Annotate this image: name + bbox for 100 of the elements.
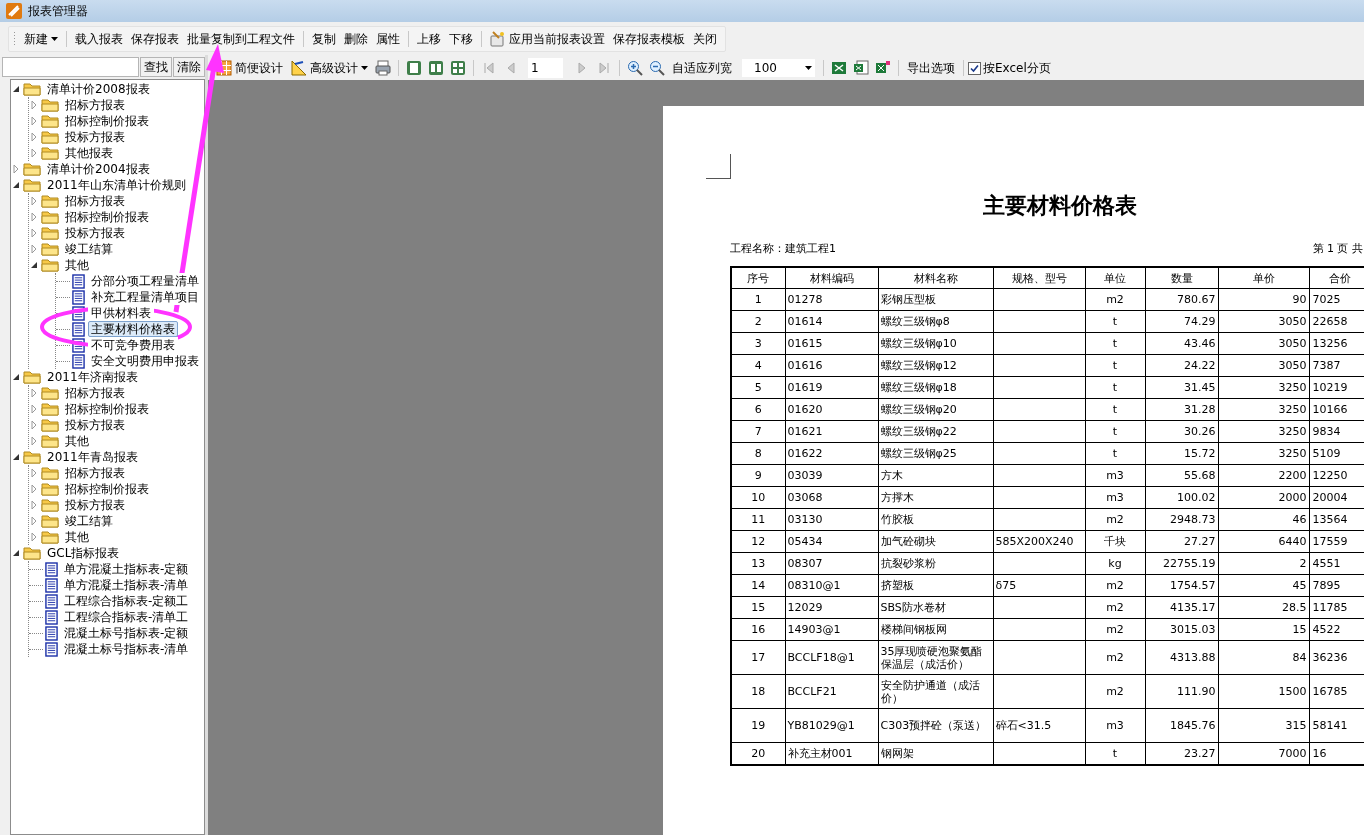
table-cell: 780.67 xyxy=(1145,288,1218,311)
tree-item[interactable]: 招标方报表 xyxy=(62,193,128,209)
expand-arrow-icon[interactable] xyxy=(29,388,39,398)
tree-item[interactable]: 招标方报表 xyxy=(62,465,128,481)
tree-item[interactable]: 招标方报表 xyxy=(62,385,128,401)
expand-arrow-icon[interactable] xyxy=(29,212,39,222)
expand-arrow-icon[interactable] xyxy=(29,500,39,510)
expand-arrow-icon[interactable] xyxy=(29,196,39,206)
zoom-in-icon[interactable] xyxy=(627,60,643,76)
tree-item[interactable]: 招标控制价报表 xyxy=(62,481,152,497)
table-cell: 1845.76 xyxy=(1145,708,1218,743)
toolbar-button[interactable]: 关闭 xyxy=(689,28,721,50)
tree-item[interactable]: 投标方报表 xyxy=(62,129,128,145)
expand-arrow-icon[interactable] xyxy=(29,468,39,478)
tree-item[interactable]: 2011年青岛报表 xyxy=(44,449,141,465)
tree-item[interactable]: 招标控制价报表 xyxy=(62,113,152,129)
tree-item[interactable]: 2011年济南报表 xyxy=(44,369,141,385)
table-cell: 补充主材001 xyxy=(785,742,878,765)
tree-item[interactable]: 清单计价2008报表 xyxy=(44,81,153,97)
tree-item[interactable]: 投标方报表 xyxy=(62,225,128,241)
tree-item[interactable]: 竣工结算 xyxy=(62,241,116,257)
last-page-icon[interactable] xyxy=(596,60,612,76)
table-cell: 竹胶板 xyxy=(878,508,993,531)
table-cell: 7 xyxy=(731,420,785,443)
first-page-icon[interactable] xyxy=(481,60,497,76)
expand-arrow-icon[interactable] xyxy=(29,116,39,126)
toolbar-button[interactable]: 删除 xyxy=(340,28,372,50)
tree-item[interactable]: 安全文明费用申报表 xyxy=(88,353,202,369)
find-button[interactable]: 查找 xyxy=(140,57,172,77)
clear-button[interactable]: 清除 xyxy=(173,57,205,77)
toolbar-button[interactable]: 应用当前报表设置 xyxy=(486,28,609,50)
tree-item[interactable]: 不可竞争费用表 xyxy=(88,337,178,353)
expand-arrow-icon[interactable] xyxy=(29,100,39,110)
tree-item[interactable]: 投标方报表 xyxy=(62,417,128,433)
toolbar-button[interactable]: 下移 xyxy=(445,28,477,50)
expand-arrow-icon[interactable] xyxy=(29,436,39,446)
toolbar-button[interactable]: 保存报表模板 xyxy=(609,28,689,50)
spreadsheet-export-icon[interactable] xyxy=(875,60,891,76)
folder-icon xyxy=(41,530,59,544)
toolbar-button[interactable]: 批量复制到工程文件 xyxy=(183,28,299,50)
tree-item[interactable]: 招标控制价报表 xyxy=(62,401,152,417)
search-field[interactable] xyxy=(2,57,139,77)
collapse-arrow-icon[interactable] xyxy=(11,548,21,558)
collapse-arrow-icon[interactable] xyxy=(11,180,21,190)
toolbar-button[interactable]: 保存报表 xyxy=(127,28,183,50)
table-cell: 27.27 xyxy=(1145,530,1218,553)
new-menu-button[interactable]: 新建 xyxy=(20,28,62,50)
tree-item[interactable]: 甲供材料表 xyxy=(88,305,154,321)
table-cell: 315 xyxy=(1218,708,1309,743)
tree-item[interactable]: 2011年山东清单计价规则 xyxy=(44,177,189,193)
page-number-field[interactable]: 1 xyxy=(528,58,563,78)
fit-columns-button[interactable]: 自适应列宽 xyxy=(668,57,736,79)
single-page-icon[interactable] xyxy=(406,60,422,76)
toolbar-button[interactable]: 属性 xyxy=(372,28,404,50)
table-cell: 46 xyxy=(1218,508,1309,531)
excel-paging-checkbox[interactable]: 按Excel分页 xyxy=(968,59,1051,77)
expand-arrow-icon[interactable] xyxy=(29,132,39,142)
table-cell: t xyxy=(1085,442,1145,465)
collapse-arrow-icon[interactable] xyxy=(11,452,21,462)
export-options-button[interactable]: 导出选项 xyxy=(903,57,959,79)
expand-arrow-icon[interactable] xyxy=(29,244,39,254)
toolbar-button[interactable]: 复制 xyxy=(308,28,340,50)
zoom-dropdown[interactable]: 100 xyxy=(742,59,815,77)
tree-item[interactable]: 招标方报表 xyxy=(62,97,128,113)
tree-item[interactable]: 主要材料价格表 xyxy=(88,321,178,337)
toolbar-button[interactable]: 上移 xyxy=(413,28,445,50)
two-page-icon[interactable] xyxy=(428,60,444,76)
spreadsheet-icon[interactable] xyxy=(831,60,847,76)
zoom-out-icon[interactable] xyxy=(649,60,665,76)
collapse-arrow-icon[interactable] xyxy=(29,260,39,270)
tree-item[interactable]: 招标控制价报表 xyxy=(62,209,152,225)
tree-item[interactable]: 分部分项工程量清单 xyxy=(88,273,202,289)
tree-item[interactable]: 投标方报表 xyxy=(62,497,128,513)
expand-arrow-icon[interactable] xyxy=(29,148,39,158)
folder-icon xyxy=(41,98,59,112)
collapse-arrow-icon[interactable] xyxy=(11,84,21,94)
tree-item[interactable]: 清单计价2004报表 xyxy=(44,161,153,177)
table-cell: 螺纹三级钢φ25 xyxy=(878,442,993,465)
printer-icon[interactable] xyxy=(375,60,391,76)
tree-item[interactable]: 竣工结算 xyxy=(62,513,116,529)
tree-item[interactable]: 其他 xyxy=(62,257,92,273)
expand-arrow-icon[interactable] xyxy=(29,228,39,238)
collapse-arrow-icon[interactable] xyxy=(11,372,21,382)
tree-item[interactable]: 其他 xyxy=(62,433,92,449)
spreadsheet-document-icon[interactable] xyxy=(853,60,869,76)
expand-arrow-icon[interactable] xyxy=(29,404,39,414)
expand-arrow-icon[interactable] xyxy=(29,484,39,494)
expand-arrow-icon[interactable] xyxy=(11,164,21,174)
advanced-design-button[interactable]: 高级设计 xyxy=(287,57,372,79)
table-cell: 螺纹三级钢φ18 xyxy=(878,376,993,399)
four-page-icon[interactable] xyxy=(450,60,466,76)
expand-arrow-icon[interactable] xyxy=(29,420,39,430)
expand-arrow-icon[interactable] xyxy=(29,532,39,542)
column-header: 材料编码 xyxy=(785,267,878,289)
toolbar-button[interactable]: 载入报表 xyxy=(71,28,127,50)
expand-arrow-icon[interactable] xyxy=(29,516,39,526)
table-cell: 6 xyxy=(731,398,785,421)
tree-item[interactable]: 其他报表 xyxy=(62,145,116,161)
tree-item[interactable]: 其他 xyxy=(62,529,92,545)
window-title: 报表管理器 xyxy=(28,2,88,20)
